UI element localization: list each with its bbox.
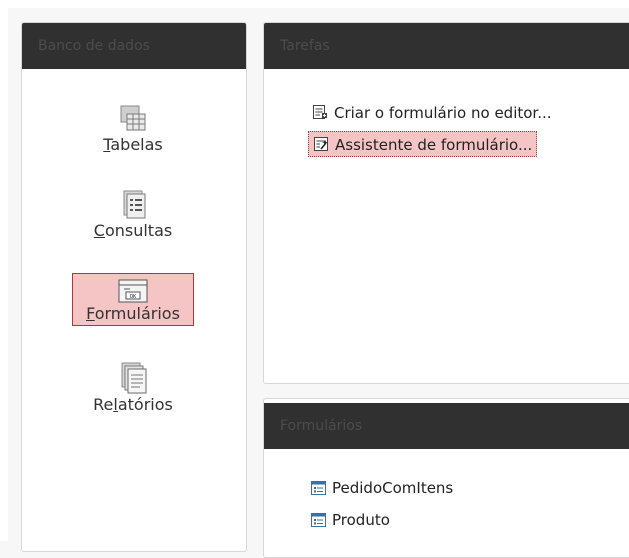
tasks-panel-header: Tarefas (264, 23, 629, 69)
task-create-form-in-editor[interactable]: Criar o formulário no editor... (308, 100, 556, 126)
forms-icon: OK (118, 279, 148, 303)
database-panel: Banco de dados Tabelas Consultas OK Form… (21, 22, 247, 552)
sidebar-item-tables-label: Tabelas (103, 135, 163, 154)
form-list-item-label: Produto (332, 511, 390, 529)
sidebar-item-tables[interactable]: Tabelas (72, 103, 194, 154)
reports-icon (121, 362, 147, 394)
svg-text:OK: OK (130, 294, 137, 300)
tasks-panel: Tarefas Criar o formulário no editor... … (263, 22, 629, 384)
form-list-item-pedidocomitens[interactable]: PedidoComItens (311, 476, 453, 500)
queries-icon (123, 190, 146, 219)
database-panel-header: Banco de dados (22, 23, 246, 69)
sidebar-item-reports[interactable]: Relatórios (72, 361, 194, 414)
form-document-icon (311, 481, 326, 495)
sidebar-item-reports-label: Relatórios (93, 395, 173, 414)
form-wizard-icon (314, 137, 328, 151)
form-document-icon (311, 513, 326, 527)
forms-list-panel: Formulários PedidoComItens Produto (263, 398, 629, 558)
tables-icon (120, 105, 146, 131)
sidebar-item-forms[interactable]: OK Formulários (72, 273, 194, 326)
form-editor-icon (313, 105, 327, 119)
form-list-item-label: PedidoComItens (332, 479, 454, 497)
forms-list-panel-header: Formulários (264, 403, 629, 449)
sidebar-item-queries-label: Consultas (93, 221, 173, 240)
sidebar-item-forms-label: Formulários (86, 304, 180, 323)
form-list-item-produto[interactable]: Produto (311, 508, 390, 532)
task-form-wizard-label: Assistente de formulário... (335, 136, 533, 154)
window-left-edge (0, 0, 8, 541)
task-form-wizard[interactable]: Assistente de formulário... (308, 131, 538, 157)
window-top-edge (0, 0, 629, 8)
task-create-form-label: Criar o formulário no editor... (334, 104, 552, 122)
sidebar-item-queries[interactable]: Consultas (72, 189, 194, 240)
